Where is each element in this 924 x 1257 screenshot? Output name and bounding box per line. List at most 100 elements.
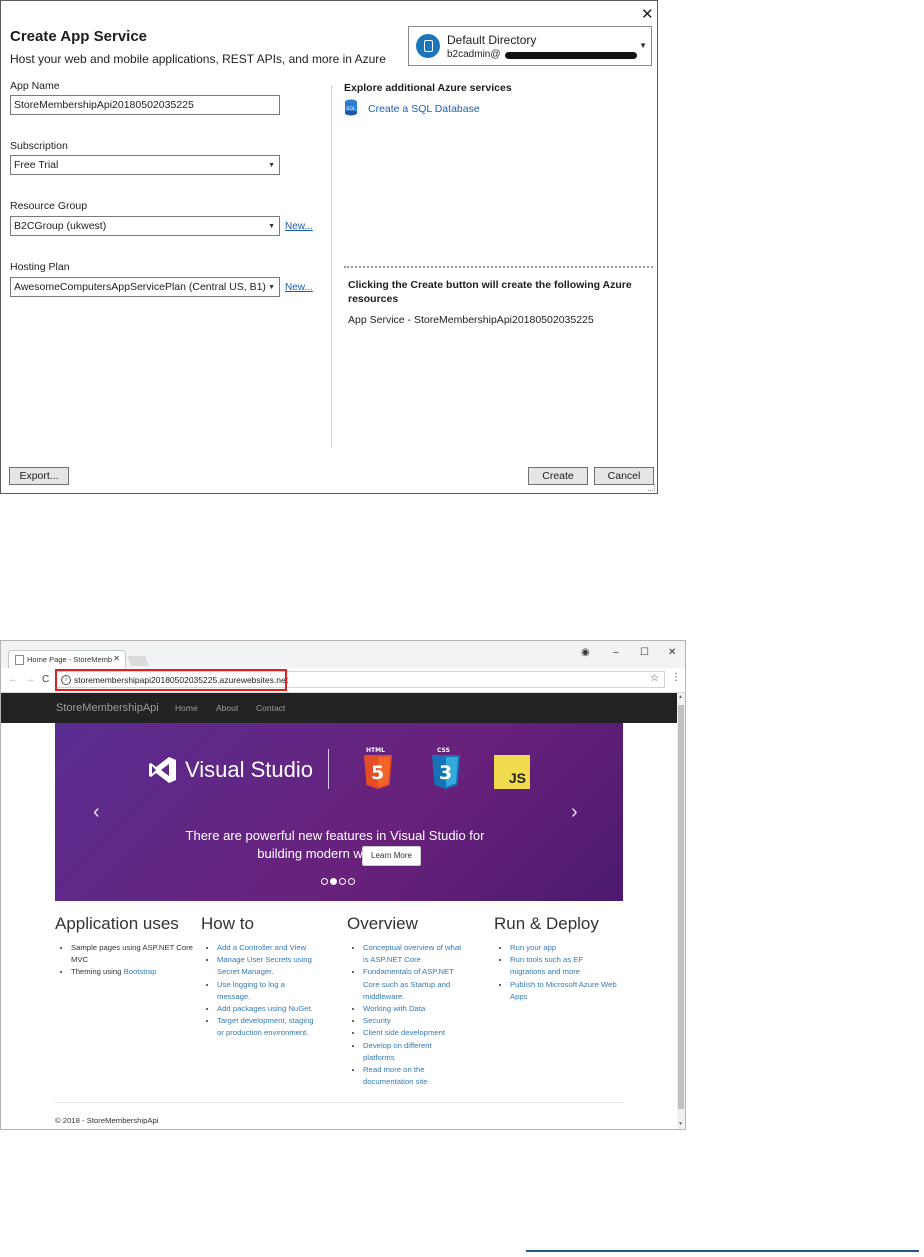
resource-group-value: B2CGroup (ukwest) [14, 220, 107, 232]
list-link[interactable]: Target development, staging or productio… [217, 1016, 314, 1037]
column-heading: Application uses [55, 914, 179, 933]
browser-window: Home Page - StoreMemb ✕ ◉ – ☐ ✕ ← → C i … [0, 640, 686, 1130]
hosting-plan-label: Hosting Plan [10, 261, 70, 273]
list-link[interactable]: Conceptual overview of what is ASP.NET C… [363, 943, 461, 964]
list-link[interactable]: Use logging to log a message. [217, 980, 285, 1001]
list-item: Conceptual overview of what is ASP.NET C… [363, 942, 465, 966]
account-selector[interactable]: Default Directory b2cadmin@ ▼ [408, 26, 652, 66]
chevron-down-icon: ▼ [268, 284, 275, 291]
list-link[interactable]: Working with Data [363, 1004, 425, 1013]
list-link[interactable]: Add packages using NuGet. [217, 1004, 313, 1013]
list-link[interactable]: Security [363, 1016, 391, 1025]
chevron-down-icon: ▼ [268, 162, 275, 169]
list-item: Add a Controller and View [217, 942, 316, 954]
visual-studio-wordmark: Visual Studio [185, 757, 314, 782]
app-name-input[interactable]: StoreMembershipApi20180502035225 [10, 95, 280, 115]
explore-heading: Explore additional Azure services [344, 82, 512, 94]
summary-item: App Service - StoreMembershipApi20180502… [348, 314, 594, 326]
carousel-indicators [321, 872, 357, 890]
chevron-down-icon: ▼ [639, 41, 647, 50]
column-heading: Run & Deploy [494, 914, 599, 933]
scroll-down-icon[interactable]: ▼ [678, 1121, 683, 1127]
new-resource-group-link[interactable]: New... [285, 221, 313, 232]
tab-title: Home Page - StoreMemb [27, 655, 113, 664]
reload-icon[interactable]: C [42, 674, 49, 685]
new-tab-button[interactable] [127, 656, 149, 666]
nav-about[interactable]: About [216, 703, 238, 713]
list-item: Use logging to log a message. [217, 979, 316, 1003]
html5-label: HTML [366, 747, 385, 754]
close-window-icon[interactable]: ✕ [668, 647, 676, 658]
back-icon[interactable]: ← [8, 674, 18, 685]
resize-grip-icon[interactable] [648, 484, 655, 491]
list-item: Read more on the documentation site [363, 1064, 465, 1088]
redaction-scribble [505, 52, 637, 59]
chevron-down-icon: ▼ [268, 223, 275, 230]
profile-icon[interactable]: ◉ [581, 647, 590, 658]
nav-home[interactable]: Home [175, 703, 198, 713]
hosting-plan-value: AwesomeComputersAppServicePlan (Central … [14, 281, 266, 293]
list-link[interactable]: Run tools such as EF migrations and more [510, 955, 583, 976]
carousel-next-icon[interactable]: › [571, 801, 578, 824]
close-tab-icon[interactable]: ✕ [113, 654, 120, 663]
create-button[interactable]: Create [528, 467, 588, 485]
hosting-plan-select[interactable]: AwesomeComputersAppServicePlan (Central … [10, 277, 280, 297]
css3-logo-icon: CSS 3 [432, 747, 460, 789]
carousel-dot[interactable] [348, 878, 355, 885]
dotted-separator [344, 266, 653, 268]
new-hosting-plan-link[interactable]: New... [285, 282, 313, 293]
page-favicon-icon [15, 655, 24, 665]
carousel-dot[interactable] [321, 878, 328, 885]
cancel-button[interactable]: Cancel [594, 467, 654, 485]
list-item: Add packages using NuGet. [217, 1003, 316, 1015]
page-accent-line [526, 1250, 919, 1252]
column-application-uses: Application uses Sample pages using ASP.… [55, 914, 195, 979]
menu-kebab-icon[interactable]: ⋮ [671, 672, 681, 683]
scroll-up-icon[interactable]: ▲ [678, 694, 683, 700]
list-item: Publish to Microsoft Azure Web Apps [510, 979, 619, 1003]
tab-bar: Home Page - StoreMemb ✕ ◉ – ☐ ✕ [1, 641, 685, 668]
learn-more-button[interactable]: Learn More [362, 846, 421, 866]
create-sql-database-link[interactable]: Create a SQL Database [368, 103, 480, 115]
list-link[interactable]: Fundamentals of ASP.NET Core such as Sta… [363, 967, 454, 1000]
carousel-prev-icon[interactable]: ‹ [93, 801, 100, 824]
logo-divider [328, 749, 329, 789]
bookmark-star-icon[interactable]: ☆ [650, 673, 659, 684]
bootstrap-link[interactable]: Bootstrap [124, 967, 157, 976]
site-brand[interactable]: StoreMembershipApi [56, 702, 159, 714]
list-link[interactable]: Manage User Secrets using Secret Manager… [217, 955, 312, 976]
svg-text:5: 5 [371, 762, 384, 784]
list-link[interactable]: Add a Controller and View [217, 943, 306, 952]
svg-text:SQL: SQL [347, 106, 356, 112]
summary-heading: Clicking the Create button will create t… [348, 279, 632, 305]
resource-group-select[interactable]: B2CGroup (ukwest) ▼ [10, 216, 280, 236]
hero-carousel: Visual Studio HTML 5 CSS 3 JS ‹ › There … [55, 723, 623, 901]
directory-name: Default Directory [447, 33, 537, 47]
scrollbar-thumb[interactable] [678, 705, 684, 1109]
list-item: Develop on different platforms [363, 1040, 465, 1064]
column-divider [331, 86, 332, 448]
maximize-icon[interactable]: ☐ [640, 647, 649, 658]
carousel-dot-active[interactable] [330, 878, 337, 885]
js-label: JS [508, 770, 526, 786]
carousel-dot[interactable] [339, 878, 346, 885]
nav-contact[interactable]: Contact [256, 703, 285, 713]
subscription-select[interactable]: Free Trial ▼ [10, 155, 280, 175]
page-scrollbar[interactable]: ▲ ▼ [677, 693, 685, 1129]
column-heading: Overview [347, 914, 418, 933]
export-button[interactable]: Export... [9, 467, 69, 485]
forward-icon[interactable]: → [25, 674, 35, 685]
list-link[interactable]: Publish to Microsoft Azure Web Apps [510, 980, 617, 1001]
column-heading: How to [201, 914, 254, 933]
list-link[interactable]: Client side development [363, 1028, 445, 1037]
list-link[interactable]: Run your app [510, 943, 556, 952]
minimize-icon[interactable]: – [613, 647, 619, 658]
list-item: Client side development [363, 1027, 465, 1039]
visual-studio-logo-icon [149, 757, 176, 783]
browser-tab[interactable]: Home Page - StoreMemb ✕ [8, 650, 126, 668]
list-item: Run tools such as EF migrations and more [510, 954, 619, 978]
list-item: Sample pages using ASP.NET Core MVC [71, 942, 195, 966]
list-link[interactable]: Read more on the documentation site [363, 1065, 428, 1086]
list-link[interactable]: Develop on different platforms [363, 1041, 432, 1062]
close-icon[interactable]: ✕ [641, 5, 654, 23]
